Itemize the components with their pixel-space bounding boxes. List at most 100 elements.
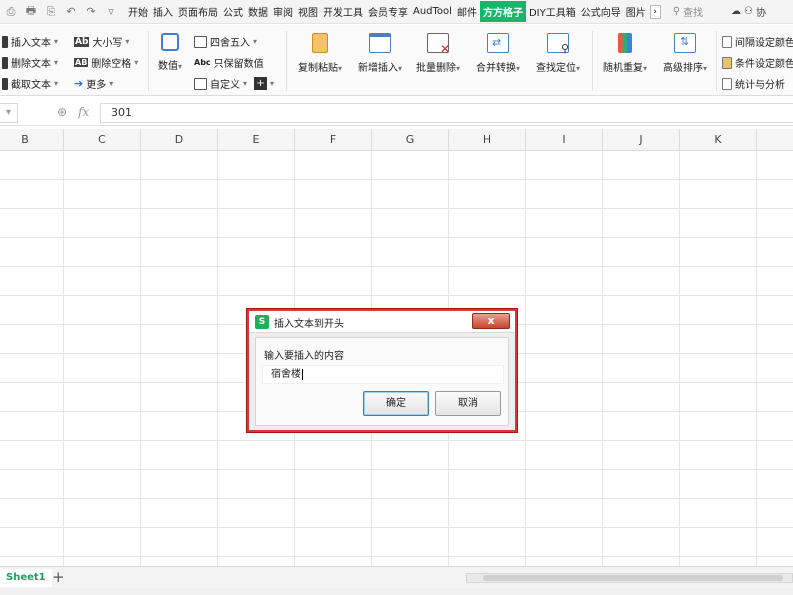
- tab-item[interactable]: 开发工具: [321, 2, 365, 21]
- column-header[interactable]: D: [141, 129, 218, 151]
- tab-item[interactable]: 审阅: [271, 2, 295, 21]
- tab-item[interactable]: 邮件: [455, 2, 479, 21]
- cut-text-button[interactable]: 截取文本 ▾: [2, 76, 58, 91]
- column-header-row: BCDEFGHIJK: [0, 129, 793, 151]
- round-label: 四舍五入: [210, 38, 250, 49]
- column-header[interactable]: F: [295, 129, 372, 151]
- sheet-tab[interactable]: Sheet1: [0, 569, 52, 587]
- copy-paste-label: 复制粘贴: [297, 63, 338, 74]
- search-tab[interactable]: ⚲ 查找: [673, 4, 703, 19]
- stat-analysis-button[interactable]: 统计与分析: [722, 76, 785, 91]
- copy-paste-button[interactable]: 复制粘贴▾: [292, 33, 348, 74]
- tab-item[interactable]: 公式: [221, 2, 245, 21]
- close-button[interactable]: x: [472, 313, 510, 329]
- advanced-sort-label: 高级排序: [662, 63, 703, 74]
- print-icon[interactable]: 🖶: [24, 2, 38, 21]
- column-header[interactable]: B: [0, 129, 64, 151]
- formula-input[interactable]: 301: [100, 103, 793, 123]
- find-locate-button[interactable]: ⚲ 查找定位▾: [530, 33, 586, 74]
- grid-row-line: [0, 440, 793, 441]
- insert-text-button[interactable]: 插入文本 ▾: [2, 34, 58, 49]
- random-repeat-label: 随机重复: [602, 63, 643, 74]
- tab-item[interactable]: 公式向导: [579, 2, 623, 21]
- edit-icon: [194, 77, 207, 90]
- tab-scroll-right-icon[interactable]: ›: [649, 4, 661, 19]
- grid-row-line: [0, 208, 793, 209]
- clipboard-icon: [312, 33, 328, 53]
- cancel-button[interactable]: 取消: [435, 391, 501, 416]
- collab-button[interactable]: ☁ ⚇ 协: [731, 4, 766, 19]
- merge-icon: ⇄: [487, 33, 509, 53]
- column-header[interactable]: I: [526, 129, 603, 151]
- tab-item[interactable]: 插入: [151, 2, 175, 21]
- add-sheet-icon[interactable]: +: [52, 568, 65, 586]
- column-header[interactable]: H: [449, 129, 526, 151]
- app-logo-icon: S: [255, 315, 269, 329]
- delete-text-label: 删除文本: [11, 59, 51, 70]
- cond-color-button[interactable]: 条件设定颜色: [722, 55, 793, 70]
- tab-item[interactable]: 图片: [624, 2, 648, 21]
- merge-convert-button[interactable]: ⇄ 合并转换▾: [470, 33, 526, 74]
- random-repeat-button[interactable]: 随机重复▾: [598, 33, 652, 74]
- column-header[interactable]: K: [680, 129, 757, 151]
- grid-row-line: [0, 266, 793, 267]
- tab-item[interactable]: 视图: [296, 2, 320, 21]
- grid-column-line: [140, 151, 141, 566]
- zoom-icon[interactable]: ⊕: [57, 105, 67, 119]
- custom-button[interactable]: 自定义 ▾ + ▾: [194, 76, 274, 91]
- customize-icon[interactable]: ▿: [104, 5, 118, 18]
- round-button[interactable]: 四舍五入 ▾: [194, 34, 257, 49]
- delete-space-button[interactable]: AB 删除空格 ▾: [74, 55, 138, 70]
- case-button[interactable]: Ab 大小写 ▾: [74, 34, 129, 49]
- quick-access-toolbar: ⎙ 🖶 ⎘ ↶ ↷ ▿: [0, 2, 118, 21]
- interval-icon: [722, 35, 732, 48]
- keep-value-button[interactable]: Abc 只保留数值: [194, 55, 264, 70]
- tab-item[interactable]: 开始: [126, 2, 150, 21]
- advanced-sort-button[interactable]: ⇅ 高级排序▾: [656, 33, 714, 74]
- tab-item[interactable]: 会员专享: [366, 2, 410, 21]
- delete-text-icon: [2, 56, 8, 69]
- insert-content-input[interactable]: 宿舍楼: [262, 365, 504, 384]
- scrollbar-thumb[interactable]: [483, 575, 783, 581]
- interval-color-button[interactable]: 间隔设定颜色: [722, 34, 793, 49]
- column-header[interactable]: J: [603, 129, 680, 151]
- insert-row-icon: [369, 33, 391, 53]
- redo-icon[interactable]: ↷: [84, 5, 98, 18]
- ok-button[interactable]: 确定: [363, 391, 429, 416]
- grid-row-line: [0, 527, 793, 528]
- merge-convert-label: 合并转换: [475, 63, 516, 74]
- sheet-tab-bar: Sheet1 +: [0, 566, 793, 588]
- add-insert-button[interactable]: 新增插入▾: [352, 33, 408, 74]
- delete-text-button[interactable]: 删除文本 ▾: [2, 55, 58, 70]
- undo-icon[interactable]: ↶: [64, 5, 78, 18]
- column-header[interactable]: E: [218, 129, 295, 151]
- name-box-dropdown[interactable]: ▾: [0, 103, 18, 123]
- find-icon: ⚲: [547, 33, 569, 55]
- batch-delete-button[interactable]: ✕ 批量删除▾: [410, 33, 466, 74]
- tab-item[interactable]: 方方格子: [479, 1, 526, 22]
- grid-column-line: [63, 151, 64, 566]
- dialog-body: 输入要插入的内容 宿舍楼 确定 取消: [255, 337, 509, 426]
- print-preview-icon[interactable]: ⎙: [4, 5, 18, 19]
- delete-space-icon: AB: [74, 58, 89, 67]
- dialog-title: 插入文本到开头: [274, 319, 344, 330]
- numeric-icon: [161, 33, 179, 51]
- find-locate-label: 查找定位: [535, 63, 576, 74]
- fx-icon[interactable]: fx: [78, 105, 89, 119]
- plus-icon[interactable]: +: [254, 77, 268, 90]
- horizontal-scrollbar[interactable]: [466, 573, 793, 583]
- dialog-titlebar[interactable]: S 插入文本到开头 x: [249, 311, 515, 333]
- grid-column-line: [602, 151, 603, 566]
- numeric-button[interactable]: 数值▾: [154, 33, 186, 72]
- export-icon[interactable]: ⎘: [44, 5, 58, 19]
- tab-item[interactable]: DIY工具箱: [527, 2, 578, 21]
- column-header[interactable]: G: [372, 129, 449, 151]
- case-icon: Ab: [74, 36, 90, 47]
- more-button[interactable]: ➔ 更多 ▾: [74, 76, 113, 91]
- column-header[interactable]: C: [64, 129, 141, 151]
- search-icon: ⚲: [672, 6, 681, 17]
- tab-item[interactable]: 数据: [246, 2, 270, 21]
- ribbon-tabs: 开始 插入 页面布局 公式 数据 审阅 视图 开发工具 会员专享 AudTool 邮件 方方格子 DIY…: [126, 1, 661, 22]
- tab-item[interactable]: AudTool: [411, 4, 454, 19]
- tab-item[interactable]: 页面布局: [176, 2, 220, 21]
